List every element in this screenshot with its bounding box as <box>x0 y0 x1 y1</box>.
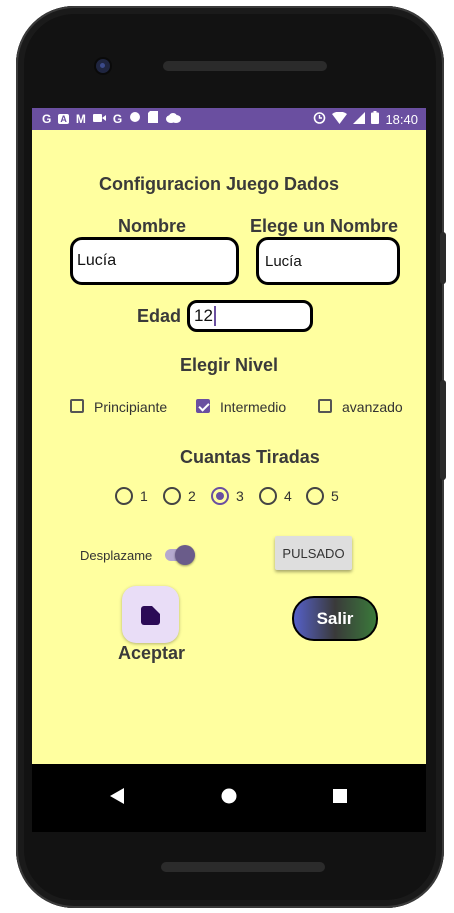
circle-icon <box>129 111 141 126</box>
salir-label: Salir <box>316 608 354 628</box>
edad-value: 12 <box>194 306 213 325</box>
back-icon[interactable] <box>110 788 124 804</box>
power-button <box>440 380 446 480</box>
tirada-radio-3[interactable] <box>211 487 229 505</box>
pulsado-label: PULSADO <box>282 545 345 561</box>
status-bar: G A M G 18:40 <box>32 108 426 130</box>
video-icon <box>92 112 106 126</box>
intermedio-checkbox[interactable] <box>196 399 210 413</box>
recents-icon[interactable] <box>333 789 347 803</box>
notification-icons: G A M G <box>42 111 182 126</box>
elege-nombre-label: Elege un Nombre <box>250 216 399 236</box>
avanzado-checkbox[interactable] <box>318 399 332 413</box>
principiante-checkbox[interactable] <box>70 399 84 413</box>
tirada-label-5: 5 <box>331 488 339 504</box>
elegir-nivel-label: Elegir Nivel <box>180 355 279 375</box>
elege-nombre-input[interactable]: Lucía <box>256 237 400 285</box>
volume-button <box>440 232 446 284</box>
desplazame-switch[interactable] <box>165 544 197 566</box>
edad-input[interactable]: 12 <box>187 300 313 332</box>
home-icon[interactable] <box>221 788 237 804</box>
tirada-radio-2[interactable] <box>163 487 181 505</box>
tirada-radio-4[interactable] <box>259 487 277 505</box>
square-stop-icon <box>141 606 160 625</box>
tirada-label-3: 3 <box>236 488 244 504</box>
cuantas-tiradas-label: Cuantas Tiradas <box>180 447 320 467</box>
wifi-icon <box>332 111 348 127</box>
navigation-bar <box>32 764 426 832</box>
tirada-label-4: 4 <box>284 488 292 504</box>
page-title: Configuracion Juego Dados <box>99 174 340 194</box>
avanzado-label: avanzado <box>342 399 403 415</box>
aceptar-label: Aceptar <box>118 643 186 663</box>
google-icon: G <box>42 111 52 126</box>
tirada-label-2: 2 <box>188 488 196 504</box>
pulsado-button[interactable]: PULSADO <box>275 536 352 570</box>
bottom-speaker <box>161 862 325 872</box>
edad-label: Edad <box>137 306 182 326</box>
text-cursor <box>213 306 216 326</box>
intermedio-label: Intermedio <box>220 399 287 415</box>
sd-card-icon <box>148 111 159 126</box>
app-a-icon: A <box>58 113 69 124</box>
battery-icon <box>371 111 380 127</box>
screen: G A M G 18:40 Configuracion Juego Dados … <box>32 108 426 832</box>
tirada-radio-5[interactable] <box>306 487 324 505</box>
switch-thumb <box>175 545 195 565</box>
principiante-label: Principiante <box>94 399 168 415</box>
clock-time: 18:40 <box>385 111 418 127</box>
gmail-icon: M <box>75 111 86 126</box>
system-icons: 18:40 <box>313 111 418 127</box>
front-camera <box>96 59 110 73</box>
google-icon-2: G <box>112 111 123 126</box>
nombre-label: Nombre <box>118 216 187 236</box>
earpiece-speaker <box>163 61 327 71</box>
nombre-input[interactable]: Lucía <box>70 237 239 285</box>
cloud-icon <box>165 112 182 126</box>
salir-button[interactable]: Salir <box>292 596 378 641</box>
alarm-icon <box>313 111 326 127</box>
aceptar-image-button[interactable] <box>122 586 179 643</box>
tirada-label-1: 1 <box>140 488 148 504</box>
desplazame-label: Desplazame <box>80 548 153 563</box>
tirada-radio-1[interactable] <box>115 487 133 505</box>
app-content: Configuracion Juego Dados Nombre Elege u… <box>32 130 426 764</box>
signal-icon <box>353 111 366 127</box>
